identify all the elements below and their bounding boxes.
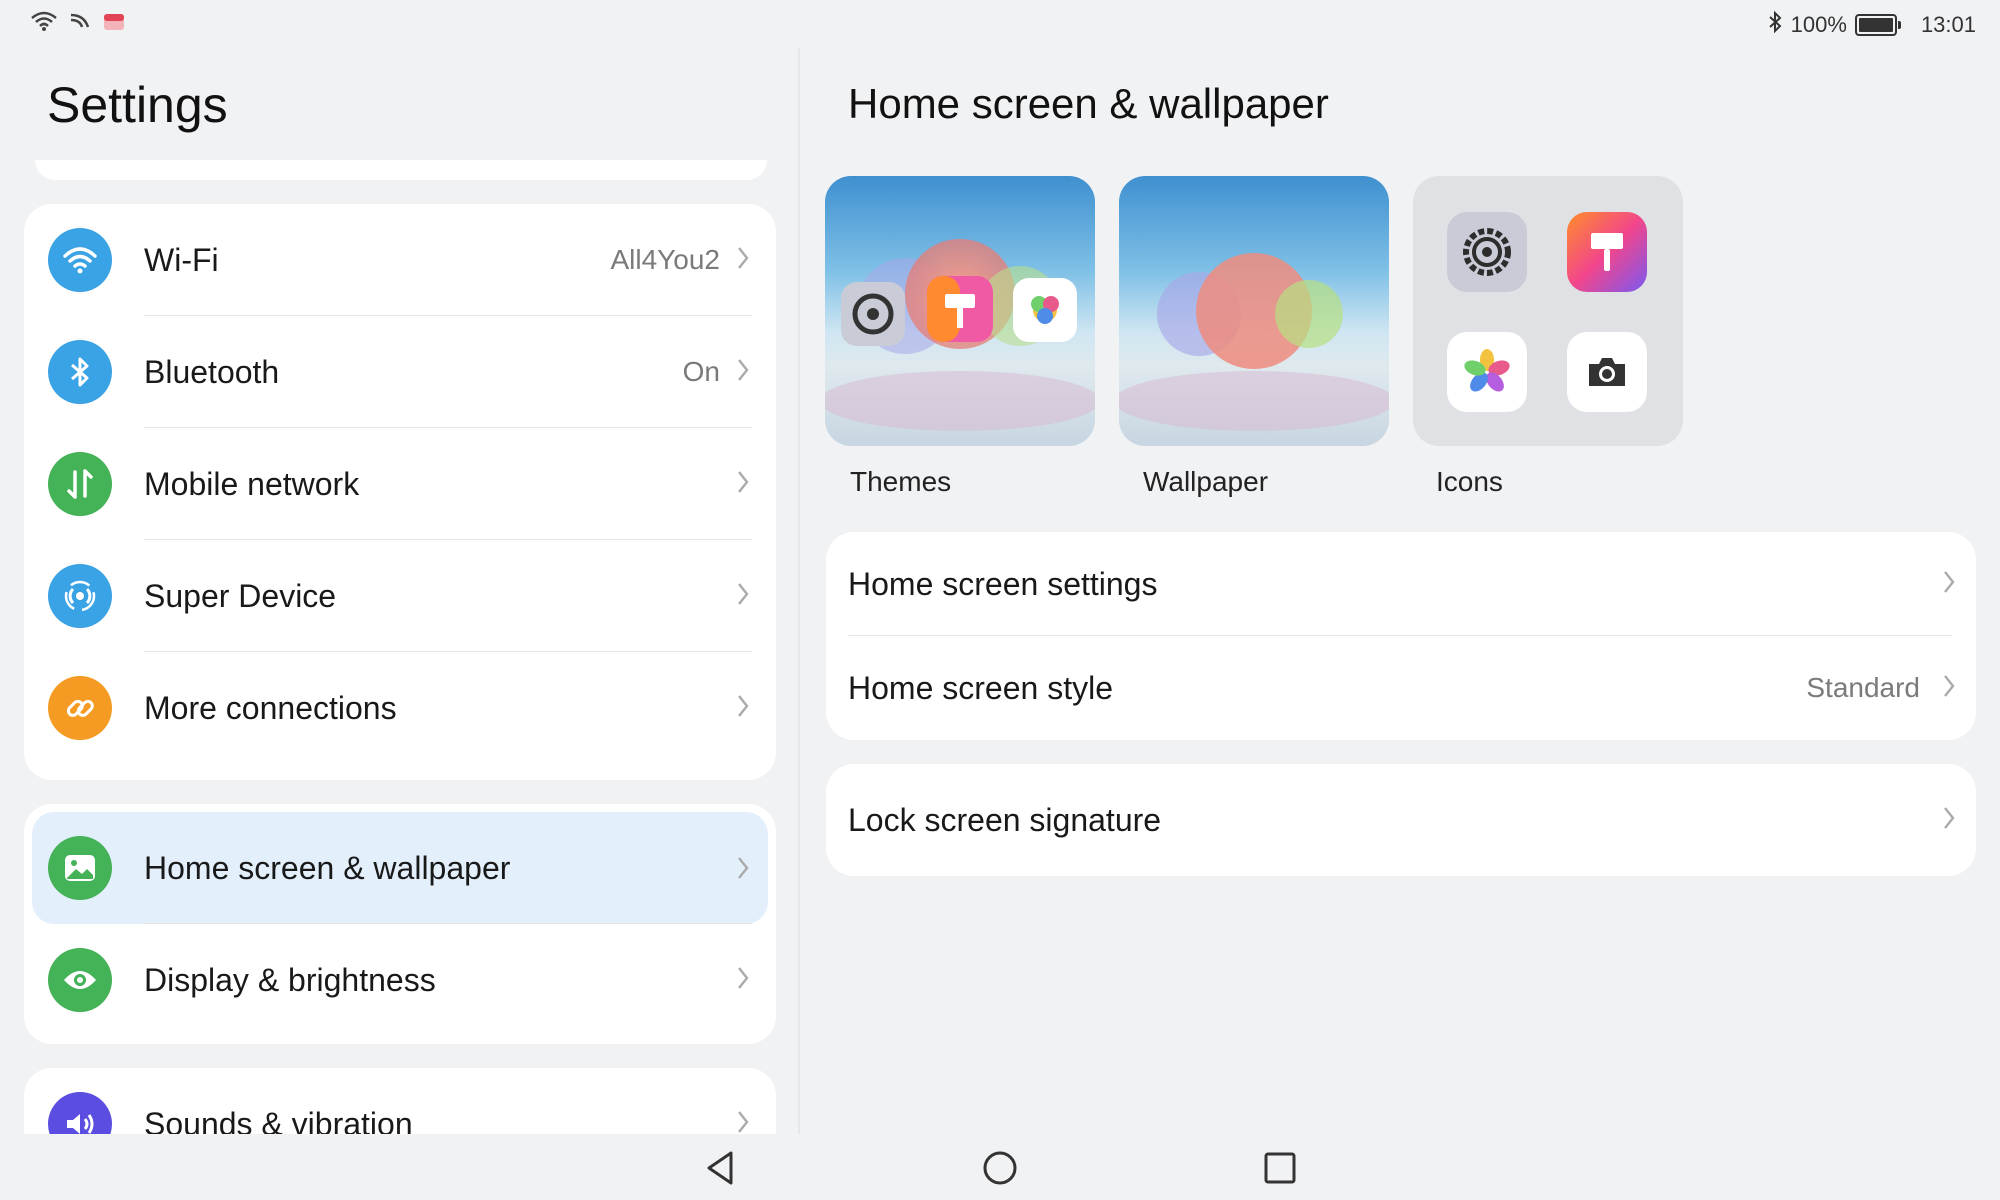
themes-tile[interactable] (825, 176, 1095, 446)
home-screen-card: Home screen settings Home screen style S… (826, 532, 1976, 740)
chevron-right-icon (736, 854, 750, 887)
settings-app-icon (1447, 212, 1527, 292)
lock-screen-signature-row[interactable]: Lock screen signature (826, 764, 1976, 876)
wifi-network-name: All4You2 (610, 244, 720, 275)
sounds-card: Sounds & vibration (24, 1068, 776, 1134)
sidebar-item-label: Bluetooth (144, 353, 280, 390)
battery-percent: 100% (1790, 12, 1847, 37)
home-screen-settings-row[interactable]: Home screen settings (826, 532, 1976, 636)
clock: 13:01 (1920, 12, 1976, 37)
link-icon (48, 676, 112, 740)
themes-label: Themes (850, 466, 952, 497)
icons-tile[interactable] (1413, 176, 1683, 446)
sidebar-item-home-screen-wallpaper[interactable]: Home screen & wallpaper (24, 804, 776, 924)
recents-square-icon[interactable] (1256, 1144, 1304, 1192)
themes-app-icon (1567, 212, 1647, 292)
image-icon (48, 836, 112, 900)
chevron-right-icon (736, 964, 750, 997)
super-device-icon (48, 564, 112, 628)
bluetooth-icon (48, 340, 112, 404)
chevron-right-icon (736, 1108, 750, 1134)
wifi-icon (48, 228, 112, 292)
wallpaper-preview-image (1119, 253, 1389, 431)
settings-sidebar: Settings Wi-Fi All4You2 Bluetooth On Mob… (0, 48, 798, 1134)
sidebar-item-label: Mobile network (144, 465, 360, 502)
chevron-right-icon (736, 356, 750, 389)
page-title: Settings (47, 77, 228, 133)
icons-label: Icons (1436, 466, 1503, 497)
mobile-data-icon (48, 452, 112, 516)
home-screen-style-row[interactable]: Home screen style Standard (826, 636, 1976, 740)
speaker-icon (48, 1092, 112, 1134)
chevron-right-icon (736, 692, 750, 725)
gallery-app-icon (1447, 332, 1527, 412)
wallpaper-label: Wallpaper (1143, 466, 1269, 497)
sidebar-item-bluetooth[interactable]: Bluetooth On (24, 316, 776, 428)
chevron-right-icon (1942, 568, 1956, 601)
eye-icon (48, 948, 112, 1012)
connectivity-card: Wi-Fi All4You2 Bluetooth On Mobile netwo… (24, 204, 776, 780)
sidebar-item-display-brightness[interactable]: Display & brightness (24, 924, 776, 1036)
sidebar-item-label: Sounds & vibration (144, 1105, 413, 1135)
sidebar-item-more-connections[interactable]: More connections (24, 652, 776, 764)
bluetooth-icon (1767, 10, 1783, 40)
sidebar-item-mobile-network[interactable]: Mobile network (24, 428, 776, 540)
battery-icon (1854, 14, 1901, 36)
wallpaper-tile[interactable] (1119, 176, 1389, 446)
home-screen-style-value: Standard (1806, 672, 1920, 703)
bluetooth-status: On (682, 356, 720, 387)
sidebar-item-label: Wi-Fi (144, 241, 219, 278)
lock-screen-card: Lock screen signature (826, 764, 1976, 876)
chevron-right-icon (736, 244, 750, 277)
home-circle-icon[interactable] (976, 1144, 1024, 1192)
sidebar-item-label: Home screen & wallpaper (144, 850, 511, 886)
detail-title: Home screen & wallpaper (848, 80, 1329, 127)
navigation-bar (0, 1134, 2000, 1200)
search-bar-collapsed[interactable] (35, 160, 767, 180)
chevron-right-icon (1942, 804, 1956, 837)
back-triangle-icon[interactable] (696, 1144, 744, 1192)
chevron-right-icon (736, 468, 750, 501)
wifi-icon (30, 10, 58, 37)
sidebar-item-label: Super Device (144, 577, 337, 614)
themes-preview-image (825, 239, 1095, 431)
lock-screen-signature-label: Lock screen signature (848, 801, 1162, 838)
display-card: Home screen & wallpaper Display & bright… (24, 804, 776, 1044)
signal-icon (68, 11, 92, 36)
status-bar: 100% 13:01 (0, 0, 2000, 48)
sidebar-item-wifi[interactable]: Wi-Fi All4You2 (24, 204, 776, 316)
notification-app-icon (102, 10, 126, 37)
sidebar-item-label: More connections (144, 689, 397, 726)
camera-app-icon (1567, 332, 1647, 412)
pane-divider (798, 48, 800, 1134)
chevron-right-icon (736, 580, 750, 613)
sidebar-item-sounds-vibration[interactable]: Sounds & vibration (24, 1068, 776, 1134)
home-screen-settings-label: Home screen settings (848, 565, 1158, 602)
chevron-right-icon (1942, 672, 1956, 705)
sidebar-item-super-device[interactable]: Super Device (24, 540, 776, 652)
home-screen-style-label: Home screen style (848, 669, 1113, 706)
sidebar-item-label: Display & brightness (144, 961, 436, 998)
